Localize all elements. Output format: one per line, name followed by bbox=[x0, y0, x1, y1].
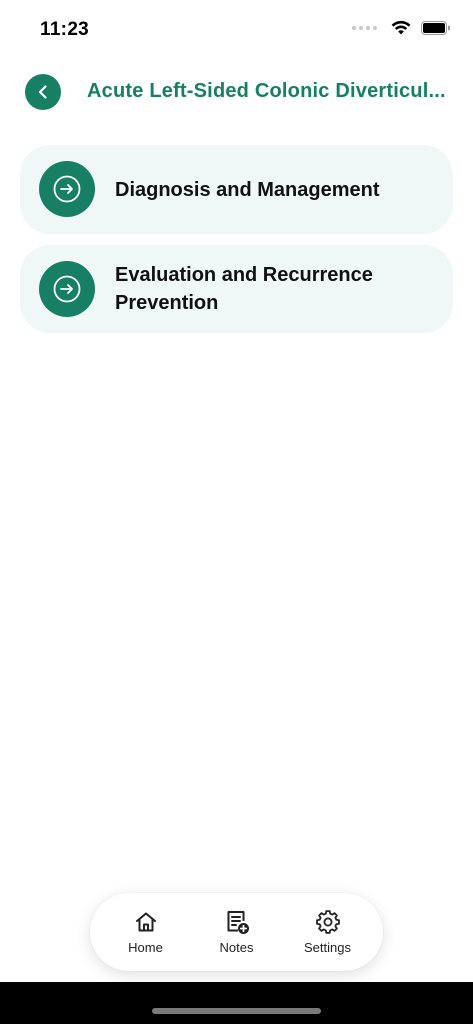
page-title: Acute Left-Sided Colonic Diverticul... bbox=[87, 80, 446, 102]
system-bottom-area bbox=[0, 982, 473, 1024]
tab-label: Settings bbox=[304, 940, 351, 955]
battery-icon bbox=[421, 20, 450, 35]
cellular-signal-icon bbox=[352, 25, 377, 30]
wifi-icon bbox=[391, 20, 411, 35]
status-bar: 11:23 bbox=[0, 0, 473, 60]
tab-home[interactable]: Home bbox=[106, 909, 186, 955]
chevron-left-icon bbox=[38, 85, 47, 99]
arrow-right-circle-icon bbox=[39, 161, 95, 217]
tab-settings[interactable]: Settings bbox=[288, 909, 368, 955]
bottom-tab-bar: Home Notes Settings bbox=[90, 893, 383, 971]
tab-label: Home bbox=[128, 940, 163, 955]
status-time: 11:23 bbox=[40, 19, 90, 40]
tab-label: Notes bbox=[219, 940, 254, 955]
home-icon bbox=[134, 909, 158, 935]
tab-notes[interactable]: Notes bbox=[197, 909, 277, 955]
status-icons bbox=[352, 20, 451, 35]
section-label: Evaluation and Recurrence Prevention bbox=[115, 264, 373, 314]
section-label: Diagnosis and Management bbox=[115, 178, 380, 201]
arrow-right-circle-icon bbox=[39, 261, 95, 317]
notes-add-icon bbox=[224, 909, 250, 935]
section-card-evaluation[interactable]: Evaluation and Recurrence Prevention bbox=[20, 245, 453, 333]
header: Acute Left-Sided Colonic Diverticul... bbox=[0, 72, 473, 116]
section-card-diagnosis[interactable]: Diagnosis and Management bbox=[20, 145, 453, 234]
home-indicator[interactable] bbox=[152, 1008, 321, 1014]
gear-icon bbox=[315, 909, 340, 935]
back-button[interactable] bbox=[25, 74, 61, 110]
